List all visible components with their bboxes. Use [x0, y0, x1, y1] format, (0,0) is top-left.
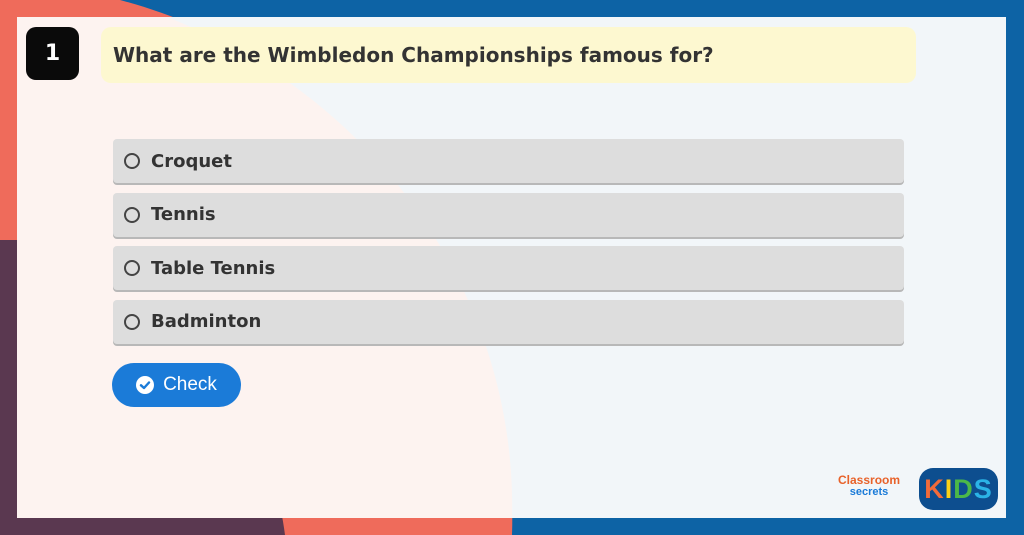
option-label: Badminton [151, 311, 262, 332]
answer-options: Croquet Tennis Table Tennis Badminton [113, 139, 904, 353]
check-label: Check [163, 374, 217, 395]
option-label: Croquet [151, 150, 232, 172]
radio-button[interactable] [124, 206, 140, 223]
question-text: What are the Wimbledon Championships fam… [113, 43, 714, 67]
kids-letter: S [973, 473, 993, 504]
classroom-secrets-logo: Classroom secrets [838, 474, 900, 498]
option-table-tennis[interactable]: Table Tennis [113, 246, 904, 290]
logo-line-1: Classroom [838, 473, 901, 487]
option-badminton[interactable]: Badminton [113, 299, 904, 344]
radio-button[interactable] [124, 260, 140, 276]
option-label: Tennis [151, 204, 216, 225]
kids-letter: I [944, 473, 954, 504]
kids-logo: K I D S [919, 468, 998, 510]
option-croquet[interactable]: Croquet [113, 139, 904, 183]
kids-letter: K [924, 473, 945, 504]
kids-letter: D [953, 473, 974, 504]
question-box: What are the Wimbledon Championships fam… [101, 27, 916, 83]
option-tennis[interactable]: Tennis [113, 192, 904, 237]
check-circle-icon [136, 376, 155, 394]
check-button[interactable]: Check [112, 363, 241, 407]
option-label: Table Tennis [151, 257, 276, 279]
question-number: 1 [26, 27, 79, 80]
radio-button[interactable] [124, 153, 140, 169]
radio-button[interactable] [124, 313, 140, 330]
logo-line-2: secrets [849, 486, 889, 498]
